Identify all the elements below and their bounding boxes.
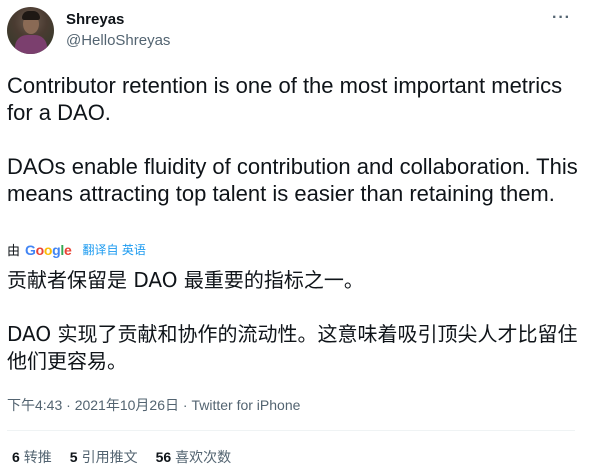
- google-logo: Google: [25, 241, 72, 258]
- translated-text: 贡献者保留是 DAO 最重要的指标之一。 DAO 实现了贡献和协作的流动性。这意…: [7, 267, 582, 375]
- tweet-stats: 6 转推 5 引用推文 56 喜欢次数: [12, 447, 231, 467]
- avatar-shirt: [15, 35, 47, 54]
- tweet-paragraph: Contributor retention is one of the most…: [7, 73, 563, 125]
- meta-separator: ·: [66, 397, 71, 413]
- translated-paragraph: 贡献者保留是 DAO 最重要的指标之一。: [7, 268, 364, 292]
- translated-paragraph: DAO 实现了贡献和协作的流动性。这意味着吸引顶尖人才比留住他们更容易。: [7, 322, 578, 373]
- translated-from-link[interactable]: 翻译自 英语: [83, 241, 146, 258]
- avatar-hair: [22, 11, 40, 20]
- tweet-date[interactable]: 2021年10月26日: [75, 397, 179, 413]
- translation-attribution: 由 Google 翻译自 英语: [7, 240, 146, 259]
- tweet-card: Shreyas @HelloShreyas ··· Contributor re…: [0, 0, 592, 467]
- tweet-meta: 下午4:43 · 2021年10月26日 · Twitter for iPhon…: [7, 395, 300, 415]
- author-name[interactable]: Shreyas: [66, 11, 124, 28]
- likes-stat[interactable]: 56 喜欢次数: [156, 447, 232, 467]
- tweet-time[interactable]: 下午4:43: [7, 397, 62, 413]
- tweet-paragraph: DAOs enable fluidity of contribution and…: [7, 154, 578, 206]
- divider: [7, 430, 575, 431]
- more-options-icon[interactable]: ···: [552, 9, 571, 27]
- avatar[interactable]: [7, 7, 54, 54]
- translation-prefix: 由: [7, 243, 21, 258]
- tweet-text: Contributor retention is one of the most…: [7, 72, 582, 207]
- quotes-stat[interactable]: 5 引用推文: [70, 447, 138, 467]
- meta-separator: ·: [182, 397, 188, 413]
- tweet-source[interactable]: Twitter for iPhone: [191, 397, 300, 413]
- retweets-stat[interactable]: 6 转推: [12, 447, 52, 467]
- author-handle[interactable]: @HelloShreyas: [66, 32, 170, 49]
